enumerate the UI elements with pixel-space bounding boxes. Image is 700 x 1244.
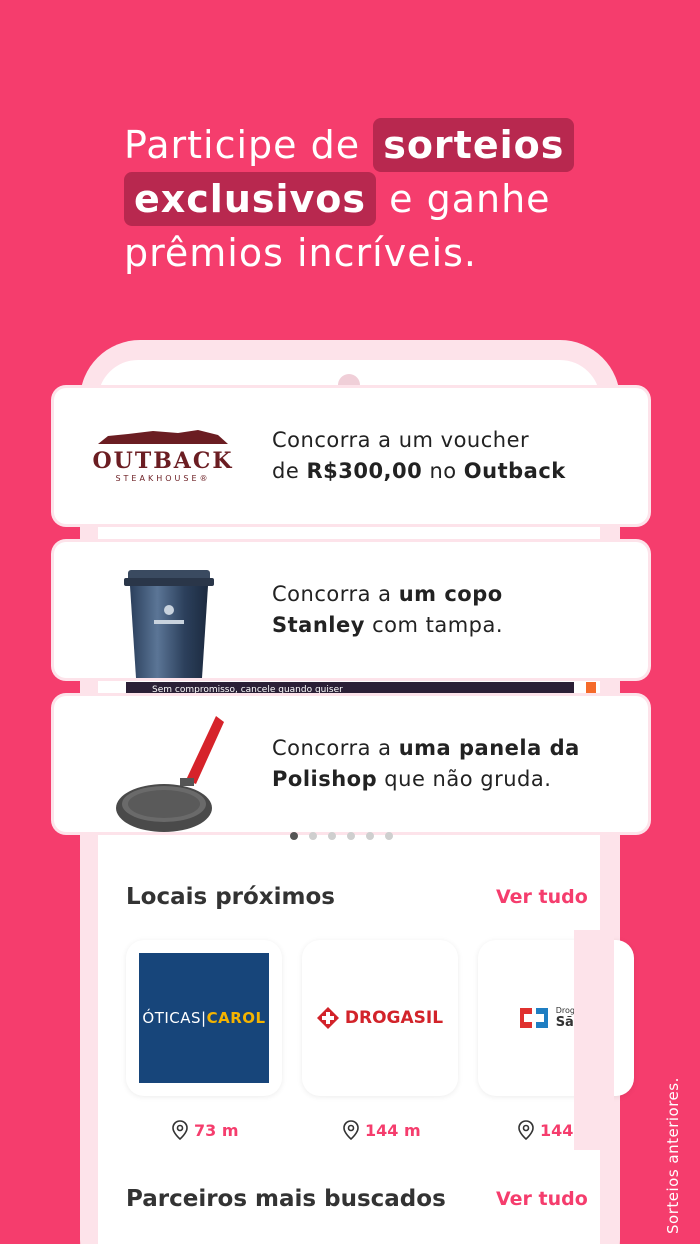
location-pin-icon <box>172 1120 188 1140</box>
location-pin-icon <box>343 1120 359 1140</box>
phone-frame-edge <box>574 930 614 1150</box>
carousel-dot[interactable] <box>385 832 393 840</box>
outback-mountain-icon <box>97 430 228 444</box>
headline-text: Participe de <box>124 123 361 167</box>
frying-pan-image <box>54 696 272 832</box>
raffle-text-line: de R$300,00 no Outback <box>272 459 566 483</box>
footnote-text: Sorteios anteriores. <box>664 1077 682 1234</box>
outback-logo-sub: STEAKHOUSE® <box>115 474 211 483</box>
nearby-section-title: Locais próximos <box>126 884 335 910</box>
raffle-card-stanley[interactable]: Concorra a um copo Stanley com tampa. <box>54 542 648 678</box>
headline-text: e ganhe <box>389 177 551 221</box>
outback-logo: OUTBACK STEAKHOUSE® <box>54 388 272 524</box>
place-distance: 144 <box>518 1120 573 1140</box>
raffle-card-text: Concorra a uma panela da Polishop que nã… <box>272 733 580 795</box>
headline: Participe de sorteios exclusivos e ganhe… <box>124 118 644 280</box>
carousel-dot[interactable] <box>290 832 298 840</box>
carousel-dot[interactable] <box>309 832 317 840</box>
raffle-text-line: Stanley com tampa. <box>272 613 504 637</box>
carousel-dot[interactable] <box>366 832 374 840</box>
carousel-dot[interactable] <box>347 832 355 840</box>
place-card-drogasil[interactable]: DROGASIL <box>302 940 458 1096</box>
place-distance: 144 m <box>343 1120 421 1140</box>
carousel-dots[interactable] <box>290 832 393 840</box>
partners-see-all-link[interactable]: Ver tudo <box>496 1188 588 1210</box>
partners-section-title: Parceiros mais buscados <box>126 1186 446 1212</box>
raffle-text-line: Polishop que não gruda. <box>272 767 552 791</box>
outback-logo-word: OUTBACK <box>92 448 234 474</box>
stanley-cup-icon <box>124 570 214 678</box>
stanley-cup-image <box>54 542 272 678</box>
frying-pan-icon <box>116 716 224 832</box>
raffle-text-line: Concorra a um copo <box>272 582 503 606</box>
raffle-card-outback[interactable]: OUTBACK STEAKHOUSE® Concorra a um vouche… <box>54 388 648 524</box>
drogasil-logo: DROGASIL <box>316 1007 443 1029</box>
carousel-dot[interactable] <box>328 832 336 840</box>
oticas-carol-logo: ÓTICAS| CAROL <box>139 953 269 1083</box>
place-card-oticas-carol[interactable]: ÓTICAS| CAROL <box>126 940 282 1096</box>
raffle-text-line: Concorra a um voucher <box>272 428 530 452</box>
raffle-card-text: Concorra a um voucher de R$300,00 no Out… <box>272 425 566 487</box>
raffle-card-polishop[interactable]: Concorra a uma panela da Polishop que nã… <box>54 696 648 832</box>
place-distance: 73 m <box>172 1120 239 1140</box>
promo-banner-text: Sem compromisso, cancele quando quiser <box>152 685 343 695</box>
nearby-see-all-link[interactable]: Ver tudo <box>496 886 588 908</box>
headline-highlight: exclusivos <box>124 172 377 226</box>
drogasil-cross-icon <box>316 1007 339 1029</box>
location-pin-icon <box>518 1120 534 1140</box>
raffle-text-line: Concorra a uma panela da <box>272 736 580 760</box>
headline-highlight: sorteios <box>373 118 575 172</box>
sao-paulo-cross-icon <box>519 1008 548 1028</box>
headline-text: prêmios incríveis. <box>124 231 478 275</box>
raffle-card-text: Concorra a um copo Stanley com tampa. <box>272 579 503 641</box>
